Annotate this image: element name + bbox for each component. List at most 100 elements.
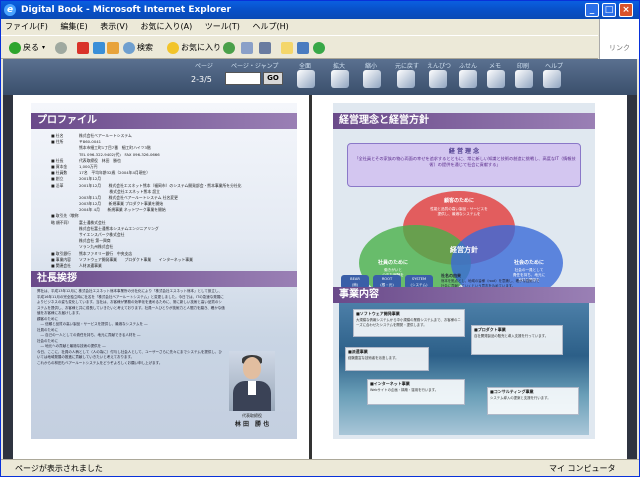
business-box-consulting: ■コンサルティング事業 システム導入の提案と支援を行います。 [487,387,579,415]
philosophy-box-title: 経 営 理 念 [448,148,480,155]
refresh-button[interactable] [93,40,107,56]
fullscreen-icon[interactable] [297,70,315,88]
discuss-button[interactable] [297,40,311,56]
browser-content: ページ ページ・ジャンプ 2-3/5 GO 全面 拡大 縮小 元に戻す えんぴつ… [3,59,637,459]
mail-button[interactable] [241,40,255,56]
profile-table: ■ 社名 株式会社ベアールートシステム ■ 住所 〒860-0041 熊本市細工町1丁目… [51,133,281,269]
help-icon[interactable] [543,70,561,88]
favorites-button[interactable]: お気に入り [167,40,221,56]
label-zoom-in: 拡大 [333,63,346,70]
label-memo: メモ [489,63,502,70]
undo-icon[interactable] [397,70,415,88]
search-button[interactable]: 検索 [123,40,153,56]
print-button[interactable] [259,40,273,56]
viewer-toolbar: ページ ページ・ジャンプ 2-3/5 GO 全面 拡大 縮小 元に戻す えんぴつ… [3,59,637,95]
status-text: ページが表示されました [15,464,103,473]
business-box-internet: ■インターネット事業 Webサイトの企画・構築・運用を行います。 [367,379,465,405]
discuss-icon [297,42,309,54]
messenger-button[interactable] [313,40,327,56]
window-title: Digital Book - Microsoft Internet Explor… [21,5,231,15]
back-button[interactable]: 戻る ▾ [9,40,45,56]
right-page[interactable]: 経営理念と経営方針 経 営 理 念 「全社員とその家族の物心両面の幸せを追求する… [333,103,595,439]
stop-button[interactable] [77,40,91,56]
forward-arrow-icon [55,42,67,54]
page-indicator: 2-3/5 [191,75,212,84]
customer-label: 顧客のために [443,198,474,204]
society-label: 社会のために [513,260,544,266]
ie-logo-icon: e [4,4,16,16]
edit-button[interactable] [281,40,295,56]
philosophy-box-text: 「全社員とその家族の物心両面の幸せを追求するとともに、常に新しい知識と技術の創造… [354,156,576,167]
menu-file[interactable]: ファイル(F) [5,22,48,31]
go-button[interactable]: GO [263,72,283,85]
mail-icon [241,42,253,54]
menu-tools[interactable]: ツール(T) [205,22,240,31]
home-icon [107,42,119,54]
policy-center-label: 経営方針 [450,246,478,254]
print-icon [259,42,271,54]
label-page: ページ [195,63,213,70]
pencil-icon[interactable] [429,70,447,88]
forward-button[interactable] [55,40,69,56]
sticky-note-icon[interactable] [459,70,477,88]
philosophy-box: 経 営 理 念 「全社員とその家族の物心両面の幸せを追求するとともに、常に新しい… [347,143,581,187]
philosophy-heading: 経営理念と経営方針 [333,113,595,129]
ceo-name: 林 田 勝 也 [234,421,270,428]
ceo-photo [229,351,275,411]
label-page-jump: ページ・ジャンプ [231,63,279,70]
label-zoom-out: 縮小 [365,63,378,70]
search-icon [123,42,135,54]
close-button[interactable]: × [619,3,633,17]
business-box-software: ■ソフトウェア開発事業 大規模な情報システムから中小規模の業務システムまで、お客… [353,309,465,337]
menu-help[interactable]: ヘルプ(H) [252,22,288,31]
label-print: 印刷 [517,63,530,70]
security-zone: マイ コンピュータ [549,464,616,473]
business-heading: 事業内容 [333,287,595,303]
business-box-product: ■プロダクト事業 自社開発製品の販売と導入支援を行っています。 [471,325,563,355]
browser-window: e Digital Book - Microsoft Internet Expl… [0,0,640,477]
zoom-in-icon[interactable] [331,70,349,88]
menu-bar: ファイル(F) 編集(E) 表示(V) お気に入り(A) ツール(T) ヘルプ(… [1,19,596,35]
minimize-button[interactable]: _ [585,3,599,17]
maximize-button[interactable]: □ [602,3,616,17]
label-undo: 元に戻す [395,63,420,70]
edit-icon [281,42,293,54]
menu-favorites[interactable]: お気に入り(A) [141,22,193,31]
history-button[interactable] [223,40,237,56]
menu-view[interactable]: 表示(V) [100,22,128,31]
menu-edit[interactable]: 編集(E) [60,22,87,31]
chevron-down-icon: ▾ [42,44,46,51]
greeting-text: 弊社は、平成13年12月に 株式会社エスネット熊本事業所の分社化により「株式会社… [37,289,225,365]
status-bar: ページが表示されました マイ コンピュータ [1,459,639,477]
profile-row: ■ 関連会社 人材派遣事業 [51,263,281,269]
label-pencil: えんぴつ [427,63,452,70]
memo-icon[interactable] [487,70,505,88]
toolbar: 戻る ▾ 検索 お気に入り [1,35,598,59]
profile-row-key: ■ 関連会社 [51,262,71,268]
stop-icon [77,42,89,54]
business-box-dispatch: ■派遣事業 経験豊富な技術者を派遣します。 [345,347,429,371]
profile-row-value: 人材派遣事業 [79,262,102,268]
employee-label: 社員のために [377,260,408,266]
profile-heading: プロファイル [31,113,297,129]
greeting-heading: 社長挨拶 [31,271,297,287]
profile-row-value: 2004年 4月 新規事業 ネットワーク事業を開始 [79,207,166,213]
links-label[interactable]: リンク [599,19,639,59]
back-arrow-icon [9,42,21,54]
book-spread: プロファイル ■ 社名 株式会社ベアールートシステム ■ 住所 〒860-0041 熊本… [13,95,627,459]
title-bar[interactable]: e Digital Book - Microsoft Internet Expl… [1,1,639,19]
label-full: 全面 [299,63,312,70]
label-sticky: ふせん [459,63,478,70]
refresh-icon [93,42,105,54]
messenger-icon [313,42,325,54]
customer-sub: 性能と品質の高い製品・サービスを 提供し、最適なシステムを [430,207,488,216]
left-page[interactable]: プロファイル ■ 社名 株式会社ベアールートシステム ■ 住所 〒860-0041 熊本… [31,103,297,439]
business-section: ■ソフトウェア開発事業 大規模な情報システムから中小規模の業務システムまで、お客… [339,303,589,435]
star-icon [167,42,179,54]
print-page-icon[interactable] [515,70,533,88]
home-button[interactable] [107,40,121,56]
history-icon [223,42,235,54]
label-help: ヘルプ [545,63,564,70]
page-jump-input[interactable] [225,72,261,85]
zoom-out-icon[interactable] [363,70,381,88]
